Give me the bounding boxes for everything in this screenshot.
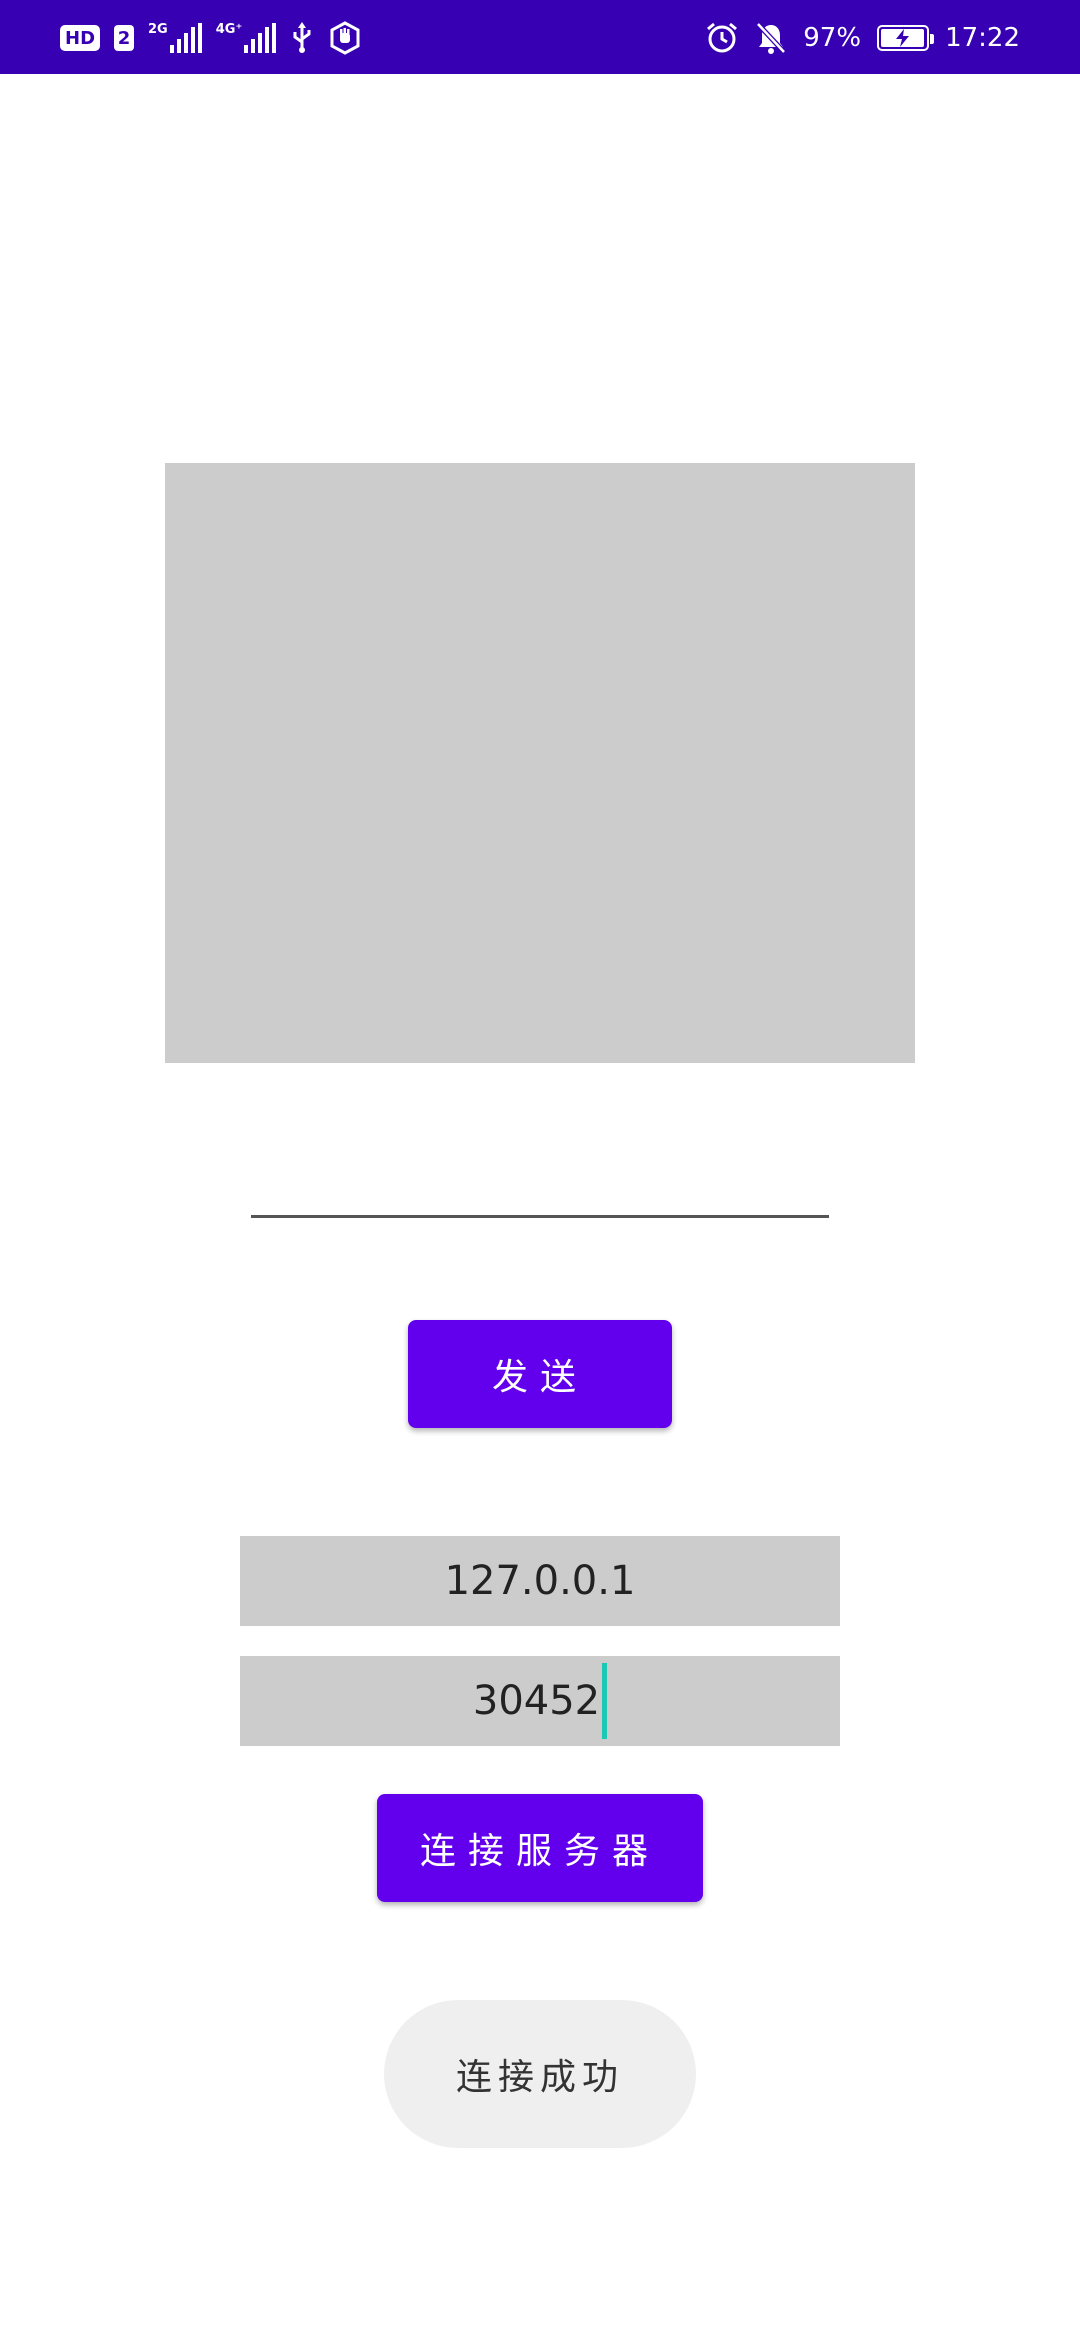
ip-address-value: 127.0.0.1: [444, 1558, 636, 1604]
app-screen: HD 2 2G 4G⁺ 97% 17:22 发送 127.0.0.1 30452…: [0, 0, 1080, 2340]
hd-badge: HD: [60, 25, 101, 51]
message-input[interactable]: [251, 1160, 829, 1218]
hand-shield-icon: [328, 21, 362, 55]
signal-4g: 4G⁺: [216, 23, 277, 53]
connect-server-button[interactable]: 连接服务器: [377, 1794, 703, 1902]
status-bar: HD 2 2G 4G⁺ 97% 17:22: [0, 0, 1080, 74]
signal-bars-icon: [244, 23, 277, 53]
port-field[interactable]: 30452: [240, 1656, 840, 1746]
connection-status-text: 连接成功: [455, 2057, 624, 2098]
image-view: [165, 463, 915, 1063]
usb-icon: [290, 22, 314, 54]
connection-status-toast: 连接成功: [384, 2000, 696, 2148]
port-value: 30452: [472, 1678, 601, 1724]
sim-badge: 2: [114, 25, 135, 51]
network-type-4g: 4G⁺: [215, 22, 243, 37]
text-cursor: [602, 1663, 608, 1739]
battery-charging-icon: [877, 25, 935, 51]
signal-2g: 2G: [148, 23, 202, 53]
battery-percent: 97%: [803, 23, 862, 53]
status-bar-right: 97% 17:22: [705, 18, 1020, 58]
status-bar-left: HD 2 2G 4G⁺: [60, 18, 362, 58]
notifications-off-icon: [755, 21, 787, 55]
ip-address-field[interactable]: 127.0.0.1: [240, 1536, 840, 1626]
battery-nub: [930, 34, 935, 44]
send-button[interactable]: 发送: [408, 1320, 672, 1428]
signal-bars-icon: [169, 23, 202, 53]
alarm-icon: [705, 21, 739, 55]
clock-time: 17:22: [945, 23, 1020, 53]
network-type-2g: 2G: [148, 22, 168, 37]
